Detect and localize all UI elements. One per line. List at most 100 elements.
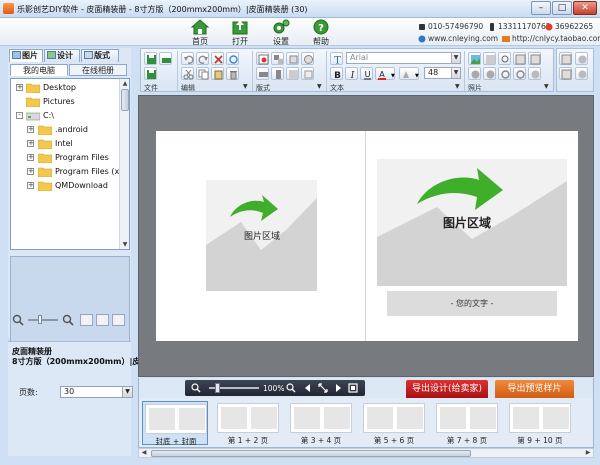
photo-tool-button-1[interactable]	[468, 52, 481, 65]
thumbnail-pages-5-6[interactable]: 第 5 + 6 页	[361, 401, 427, 445]
nav-help-button[interactable]: ? 帮助	[301, 19, 341, 46]
view-small-button[interactable]	[80, 314, 93, 326]
delete-button[interactable]	[211, 52, 224, 65]
thumbnail-size-slider[interactable]	[28, 319, 58, 321]
extra-tool-button-4[interactable]	[575, 67, 588, 80]
fullscreen-icon[interactable]	[348, 383, 358, 393]
zoom-in-icon[interactable]	[62, 314, 74, 326]
extra-tool-button-2[interactable]	[559, 67, 572, 80]
font-size-select[interactable]: 48 ▼	[424, 67, 461, 79]
tree-scrollbar[interactable]: ▲ ▼	[119, 79, 129, 249]
tree-item-pictures[interactable]: Pictures	[11, 95, 119, 109]
trash-button[interactable]	[226, 67, 239, 80]
thumbnail-pages-7-8[interactable]: 第 7 + 8 页	[434, 401, 500, 445]
layout-button-6[interactable]	[271, 67, 284, 80]
tree-item-c-drive[interactable]: - C:\	[11, 109, 119, 123]
maximize-button[interactable]: □	[552, 1, 572, 15]
thumbnail-scroll-thumb[interactable]	[151, 450, 471, 457]
prev-page-icon[interactable]	[303, 383, 313, 393]
tab-design[interactable]: 设计	[44, 49, 80, 62]
photo-tool-button-6[interactable]	[468, 67, 481, 80]
photo-tool-button-10[interactable]	[528, 67, 541, 80]
fit-screen-icon[interactable]	[318, 383, 328, 393]
chevron-down-icon[interactable]: ▼	[544, 83, 549, 90]
copy-button[interactable]	[196, 67, 209, 80]
layout-button-4[interactable]	[301, 52, 314, 65]
next-page-icon[interactable]	[333, 383, 343, 393]
thumbnail-size-knob[interactable]	[38, 315, 42, 324]
minimize-button[interactable]: –	[531, 1, 551, 15]
thumbnail-pages-3-4[interactable]: 第 3 + 4 页	[288, 401, 354, 445]
folder-tree[interactable]: + Desktop Pictures - C:\ + .android + In…	[10, 78, 130, 250]
contact-website[interactable]: www.cnleying.com	[418, 34, 498, 43]
photo-tool-button-8[interactable]	[498, 67, 511, 80]
save-button[interactable]	[144, 52, 157, 65]
thumbnail-cover[interactable]: 封底 + 封面	[142, 401, 208, 446]
close-button[interactable]: ✕	[573, 1, 597, 15]
tree-item-program-files[interactable]: + Program Files	[11, 151, 119, 165]
tab-layout[interactable]: 版式	[81, 49, 119, 62]
zoom-out-icon[interactable]	[191, 383, 201, 393]
highlight-button[interactable]: ▼	[399, 67, 419, 80]
tree-item-desktop[interactable]: + Desktop	[11, 81, 119, 95]
pages-select[interactable]: 30 ▼	[60, 386, 133, 398]
subtab-my-computer[interactable]: 我的电脑	[10, 64, 68, 76]
layout-button-8[interactable]	[301, 67, 314, 80]
chevron-down-icon[interactable]: ▼	[317, 83, 322, 90]
underline-button[interactable]: U	[360, 67, 373, 80]
chevron-down-icon[interactable]: ▼	[243, 83, 248, 90]
photo-tool-button-3[interactable]	[498, 52, 511, 65]
nav-open-button[interactable]: 打开	[220, 19, 260, 46]
view-medium-button[interactable]	[96, 314, 109, 326]
photo-tool-button-2[interactable]	[483, 52, 496, 65]
extra-tool-button-1[interactable]	[559, 52, 572, 65]
text-placeholder[interactable]: - 您的文字 -	[387, 291, 557, 316]
thumbnail-pages-1-2[interactable]: 第 1 + 2 页	[215, 401, 281, 445]
zoom-out-icon[interactable]	[12, 314, 24, 326]
chevron-down-icon[interactable]: ▼	[122, 387, 132, 397]
bold-button[interactable]: B	[330, 67, 343, 80]
thumbnail-scrollbar[interactable]: ◀ ▶	[138, 448, 594, 458]
italic-button[interactable]: I	[345, 67, 358, 80]
photo-placeholder-right[interactable]: 图片区域	[377, 159, 567, 286]
layout-button-2[interactable]	[271, 52, 284, 65]
scroll-left-icon[interactable]: ◀	[139, 449, 149, 457]
tree-item-android[interactable]: + .android	[11, 123, 119, 137]
save-copy-button[interactable]	[144, 67, 157, 80]
paste-button[interactable]	[211, 67, 224, 80]
chevron-down-icon[interactable]: ▼	[451, 68, 460, 78]
tree-item-intel[interactable]: + Intel	[11, 137, 119, 151]
thumbnail-pages-9-10[interactable]: 第 9 + 10 页	[507, 401, 573, 445]
layout-button-5[interactable]	[256, 67, 269, 80]
export-preview-button[interactable]: 导出预览样片	[495, 380, 574, 399]
cut-button[interactable]	[181, 67, 194, 80]
zoom-slider-knob[interactable]	[215, 383, 220, 393]
undo-button[interactable]	[181, 52, 194, 65]
scroll-up-icon[interactable]: ▲	[120, 79, 129, 88]
export-design-button[interactable]: 导出设计(给卖家)	[406, 380, 488, 399]
layout-button-7[interactable]	[286, 67, 299, 80]
extra-tool-button-3[interactable]	[575, 52, 588, 65]
view-large-button[interactable]	[112, 314, 125, 326]
chevron-down-icon[interactable]: ▼	[451, 53, 460, 63]
insert-text-button[interactable]: T	[330, 52, 343, 65]
tab-photos[interactable]: 图片	[9, 49, 43, 62]
tree-item-qmdownload[interactable]: + QMDownload	[11, 179, 119, 193]
subtab-online-album[interactable]: 在线相册	[69, 64, 127, 76]
chevron-down-icon[interactable]: ▼	[455, 83, 460, 90]
photo-preview-area[interactable]	[10, 256, 130, 352]
refresh-button[interactable]	[226, 52, 239, 65]
font-family-select[interactable]: Arial ▼	[346, 52, 461, 64]
photo-placeholder-left[interactable]: 图片区域	[206, 180, 317, 291]
redo-button[interactable]	[196, 52, 209, 65]
zoom-in-icon[interactable]	[286, 383, 296, 393]
photo-tool-button-7[interactable]	[483, 67, 496, 80]
photo-tool-button-9[interactable]	[513, 67, 526, 80]
nav-home-button[interactable]: 首页	[180, 19, 220, 46]
scroll-down-icon[interactable]: ▼	[120, 240, 129, 249]
tree-scroll-thumb[interactable]	[121, 89, 129, 111]
contact-shop[interactable]: http://cnlycy.taobao.com	[502, 34, 600, 43]
photo-tool-button-5[interactable]	[528, 52, 541, 65]
scroll-right-icon[interactable]: ▶	[583, 449, 593, 457]
tree-item-program-files-x86[interactable]: + Program Files (x86)	[11, 165, 129, 179]
